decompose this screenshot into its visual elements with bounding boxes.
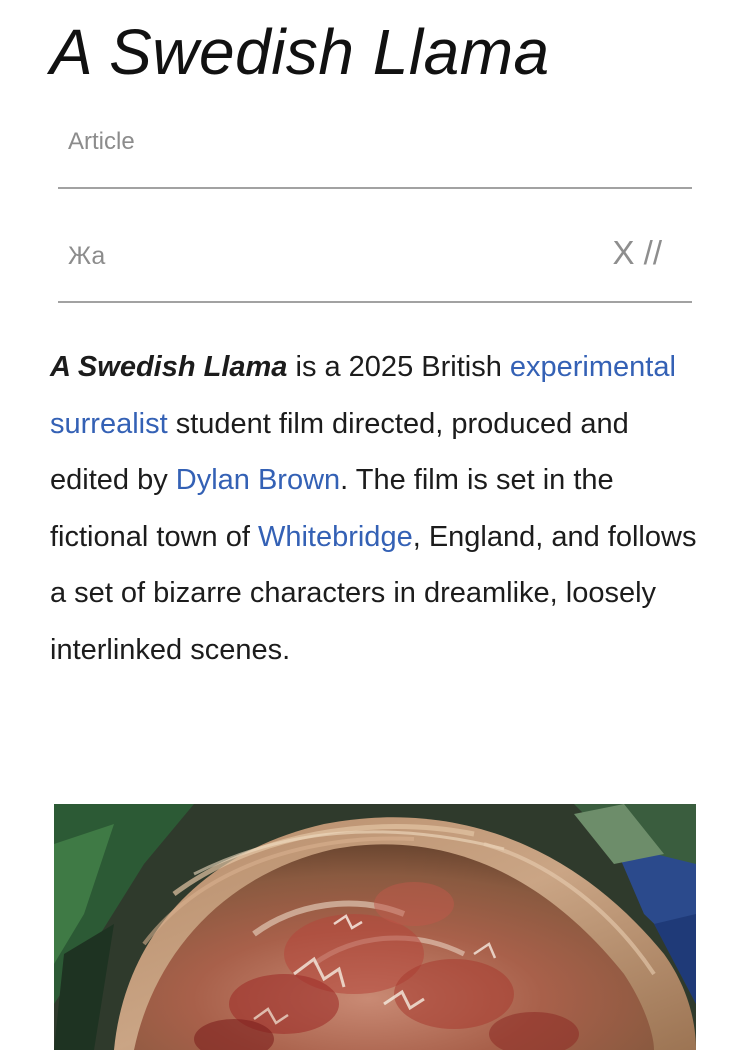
film-poster-image[interactable] xyxy=(54,804,696,1050)
link-dylan-brown[interactable]: Dylan Brown xyxy=(176,464,340,496)
language-bar[interactable]: Жа X // xyxy=(58,222,692,303)
tools-button[interactable]: X // xyxy=(612,234,662,272)
poster-painting xyxy=(54,804,696,1050)
page-title: A Swedish Llama xyxy=(50,16,550,88)
tab-article[interactable]: Article xyxy=(58,110,692,189)
tab-article-label: Article xyxy=(68,128,135,155)
link-whitebridge[interactable]: Whitebridge xyxy=(258,521,413,553)
lead-paragraph: A Swedish Llama is a 2025 British experi… xyxy=(50,339,710,679)
language-label[interactable]: Жа xyxy=(68,242,105,271)
lead-text-1: is a 2025 British xyxy=(287,351,510,383)
film-name: A Swedish Llama xyxy=(50,351,288,383)
